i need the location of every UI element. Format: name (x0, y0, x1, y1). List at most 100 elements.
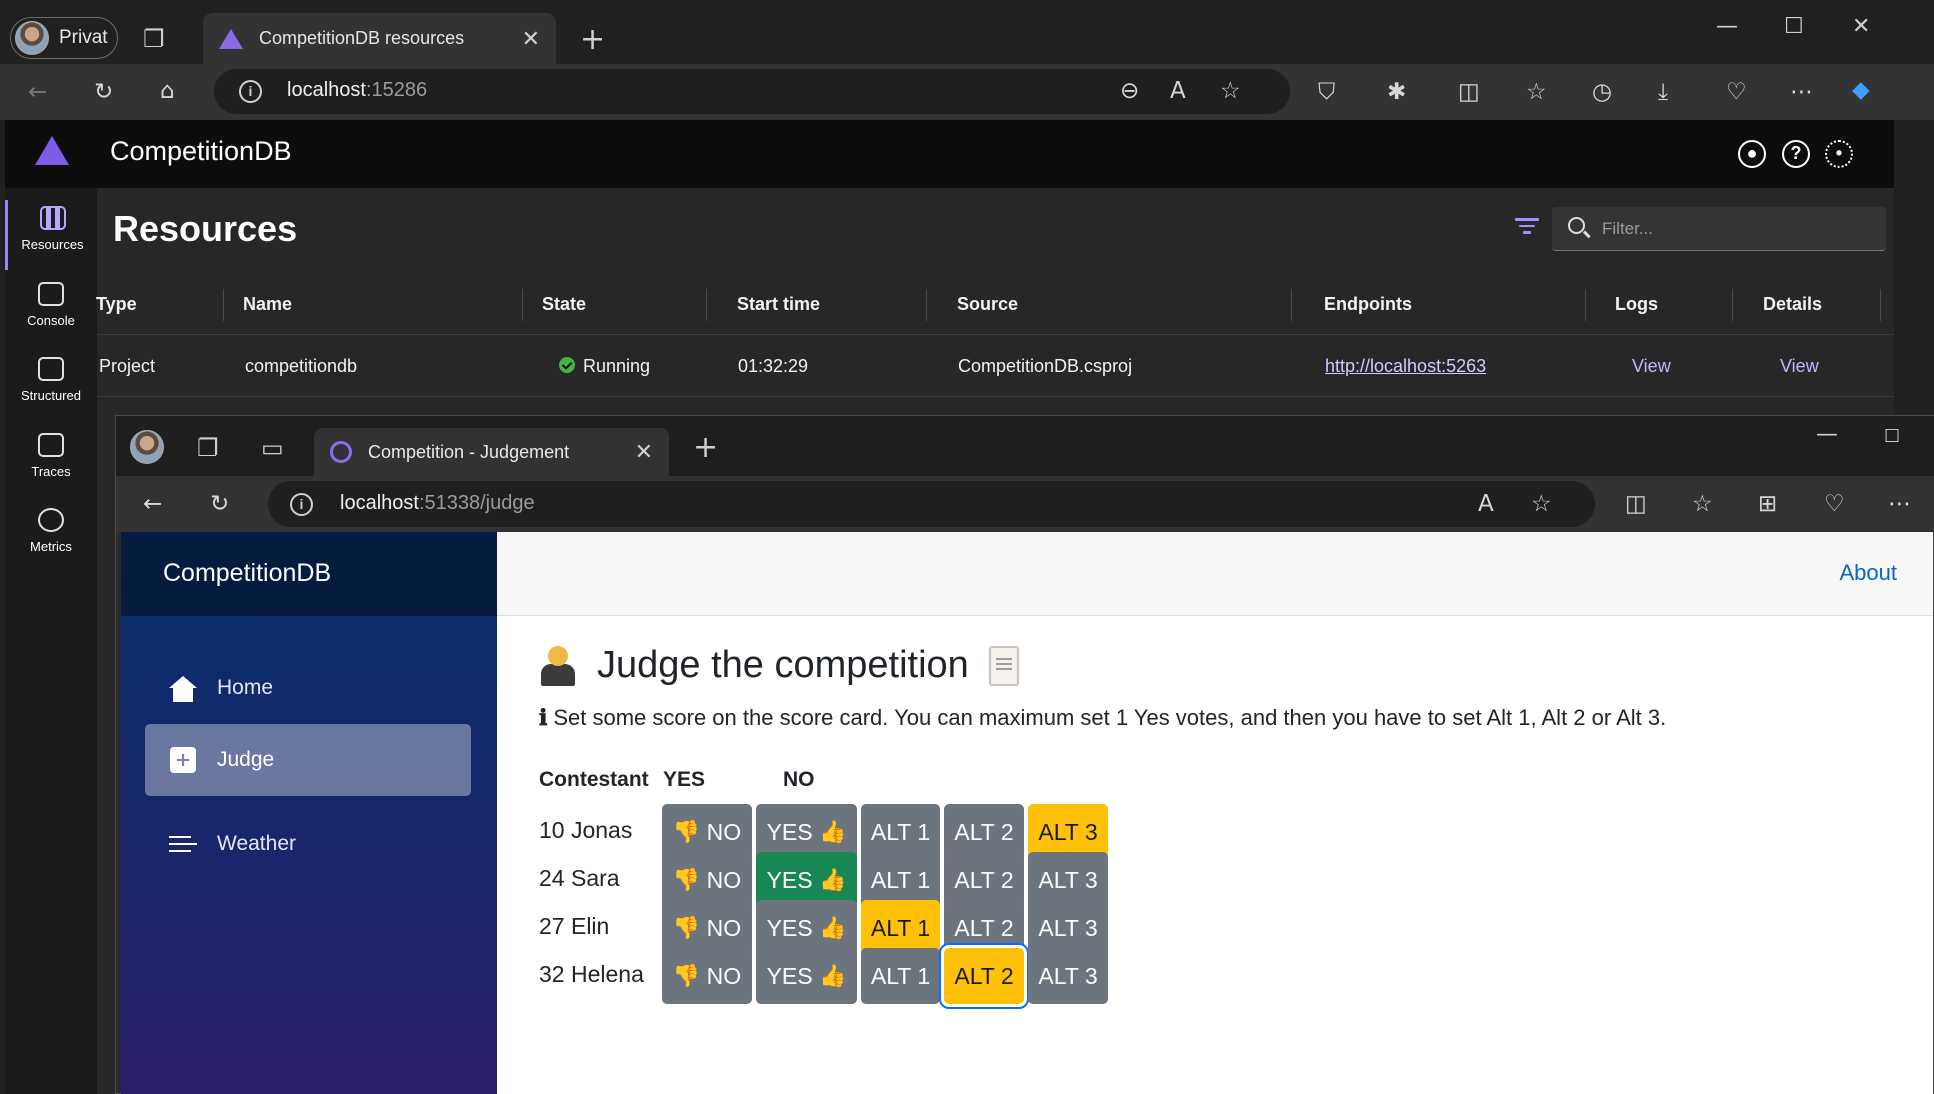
close-tab-icon[interactable]: ✕ (522, 26, 540, 52)
contestant-name: 27 Elin (539, 913, 610, 939)
contestant-name: 10 Jonas (539, 817, 633, 843)
more-icon[interactable]: ⋯ (1888, 492, 1911, 516)
filter-input[interactable] (1602, 216, 1862, 242)
new-tab-button[interactable]: + (580, 22, 605, 57)
app-brand[interactable]: CompetitionDB (121, 532, 497, 616)
column-header[interactable]: Source (957, 273, 1018, 335)
tab-competition-judgement[interactable]: Competition - Judgement ✕ (314, 428, 669, 476)
no-header: NO (783, 768, 815, 791)
column-header[interactable]: Start time (737, 273, 820, 335)
read-aloud-icon[interactable]: A (1478, 492, 1494, 516)
traces-icon (38, 433, 64, 457)
nav-judge[interactable]: Judge (145, 724, 471, 796)
favorite-star-icon[interactable]: ☆ (1531, 492, 1552, 516)
nav-metrics[interactable]: Metrics (5, 502, 97, 572)
extensions-icon[interactable]: ✱ (1387, 80, 1406, 104)
contestant-header: Contestant (539, 768, 649, 791)
avatar[interactable] (130, 430, 164, 464)
nav-weather[interactable]: Weather (145, 808, 471, 880)
yes-header: YES (663, 768, 706, 791)
favorites-icon[interactable]: ☆ (1526, 80, 1547, 104)
downloads-icon[interactable]: ⤓ (1658, 80, 1668, 104)
profile-button[interactable]: Privat (10, 17, 118, 59)
close-window-button[interactable]: ✕ (1852, 14, 1870, 39)
alt3-button[interactable]: ALT 3 (1028, 948, 1108, 1004)
nav-label: Judge (217, 748, 275, 771)
home-icon[interactable]: ⌂ (160, 79, 175, 103)
site-info-icon[interactable]: i (290, 493, 313, 516)
alt2-button[interactable]: ALT 2 (944, 948, 1024, 1004)
column-header: Details (1763, 294, 1823, 314)
minimize-button[interactable]: — (1816, 422, 1838, 447)
vertical-tabs-icon[interactable]: ▭ (261, 436, 284, 460)
favorites-icon[interactable]: ☆ (1692, 492, 1713, 516)
favorite-star-icon[interactable]: ☆ (1220, 79, 1241, 103)
column-header[interactable]: Type (96, 273, 137, 335)
heartbeat-icon[interactable]: ♡ (1726, 80, 1747, 104)
copilot-icon[interactable]: ◆ (1852, 78, 1870, 102)
nav-home[interactable]: Home (145, 652, 471, 724)
github-icon[interactable]: ● (1738, 140, 1766, 168)
heartbeat-icon[interactable]: ♡ (1824, 492, 1845, 516)
nav-resources[interactable]: Resources (5, 200, 97, 270)
collections-icon[interactable]: ⊞ (1758, 492, 1777, 516)
back-icon[interactable]: ← (28, 80, 47, 104)
workspaces-icon[interactable]: ❐ (143, 27, 165, 51)
page-heading: Judge the competition (539, 644, 1019, 687)
minimize-button[interactable]: — (1716, 14, 1738, 39)
resources-icon (39, 206, 66, 230)
zoom-icon[interactable]: ⊖ (1120, 79, 1139, 103)
tab-competitiondb-resources[interactable]: CompetitionDB resources ✕ (203, 13, 556, 64)
endpoint-link[interactable]: http://localhost:5263 (1325, 335, 1486, 397)
new-tab-button[interactable]: + (693, 430, 718, 465)
site-info-icon[interactable]: i (239, 80, 262, 103)
tab-title: CompetitionDB resources (259, 28, 465, 48)
maximize-button[interactable]: ☐ (1884, 426, 1900, 447)
split-screen-icon[interactable]: ◫ (1458, 80, 1480, 104)
profile-label: Privat (59, 27, 108, 48)
thumbs-up-icon: 👍 (819, 819, 847, 845)
no-button[interactable]: 👎 NO (662, 948, 752, 1004)
shield-icon[interactable]: ⛉ (1318, 80, 1335, 104)
judge-page: Judge the competition ℹ Set some score on… (497, 616, 1933, 1094)
filter-box (1552, 207, 1886, 251)
back-icon[interactable]: ← (143, 492, 162, 516)
details-view-link[interactable]: View (1780, 335, 1819, 397)
nav-label: Metrics (30, 539, 72, 554)
column-header[interactable]: Name (243, 273, 292, 335)
outer-url: localhost:15286 (287, 79, 428, 101)
maximize-button[interactable]: ☐ (1784, 14, 1804, 39)
inner-tab-strip: ❐ ▭ Competition - Judgement ✕ + — ☐ (116, 416, 1934, 476)
more-icon[interactable]: ⋯ (1790, 80, 1813, 104)
settings-gear-icon[interactable]: • (1825, 140, 1853, 168)
console-icon (38, 282, 64, 306)
refresh-icon[interactable]: ↻ (94, 80, 113, 104)
resource-type: Project (99, 356, 156, 376)
about-link[interactable]: About (1840, 560, 1898, 586)
filter-icon[interactable] (1515, 218, 1539, 238)
nav-label: Home (217, 676, 274, 699)
column-header[interactable]: State (542, 273, 586, 335)
nav-label: Console (27, 313, 75, 328)
history-icon[interactable]: ◷ (1592, 80, 1612, 104)
heading-text: Judge the competition (597, 644, 969, 686)
yes-button[interactable]: YES 👍 (756, 948, 857, 1004)
read-aloud-icon[interactable]: A (1170, 79, 1186, 103)
nav-traces[interactable]: Traces (5, 427, 97, 497)
workspaces-icon[interactable]: ❐ (197, 436, 219, 460)
help-icon[interactable]: ? (1782, 140, 1810, 168)
split-screen-icon[interactable]: ◫ (1625, 492, 1647, 516)
inner-url: localhost:51338/judge (340, 492, 535, 514)
refresh-icon[interactable]: ↻ (210, 492, 229, 516)
outer-address-bar[interactable]: i localhost:15286 ⊖ A ☆ (214, 69, 1290, 114)
close-tab-icon[interactable]: ✕ (635, 439, 653, 465)
logs-view-link[interactable]: View (1632, 335, 1671, 397)
nav-structured[interactable]: Structured (5, 351, 97, 421)
alt1-button[interactable]: ALT 1 (861, 948, 940, 1004)
nav-console[interactable]: Console (5, 276, 97, 346)
column-header[interactable]: Endpoints (1324, 273, 1412, 335)
page-title: Resources (113, 208, 298, 249)
table-row: Project competitiondb Running 01:32:29 C… (97, 335, 1894, 397)
inner-address-bar[interactable]: i localhost:51338/judge A ☆ (268, 481, 1595, 527)
app-sidebar: CompetitionDB Home Judge Weather (121, 532, 497, 1094)
